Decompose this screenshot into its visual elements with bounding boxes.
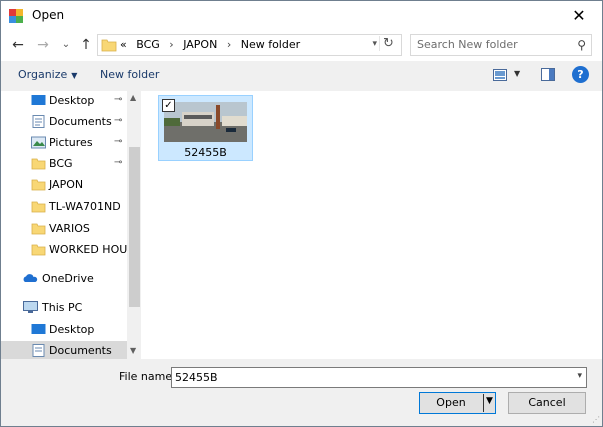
address-bar[interactable]: « BCG › JAPON › New folder ▾ ↻ bbox=[97, 34, 402, 56]
onedrive-icon bbox=[23, 274, 38, 282]
sidebar-item-documents-pc[interactable]: Documents bbox=[1, 341, 127, 359]
documents-icon bbox=[32, 115, 45, 128]
sidebar-item-worked-hours[interactable]: WORKED HOURS bbox=[1, 240, 127, 260]
navigation-pane: Desktop ⊸ Documents ⊸ Pictures ⊸ BCG ⊸ J… bbox=[1, 91, 141, 359]
sidebar-item-label: OneDrive bbox=[42, 272, 94, 285]
folder-icon bbox=[31, 179, 46, 191]
breadcrumb: « BCG › JAPON › New folder bbox=[120, 38, 306, 51]
sidebar-item-label: Documents bbox=[49, 344, 112, 357]
sidebar-item-documents[interactable]: Documents ⊸ bbox=[1, 112, 127, 132]
search-icon[interactable]: ⚲ bbox=[577, 38, 586, 52]
sidebar-item-label: Documents bbox=[49, 115, 112, 128]
sidebar-item-varios[interactable]: VARIOS bbox=[1, 219, 127, 239]
new-folder-button[interactable]: New folder bbox=[100, 68, 159, 81]
title-bar: Open ✕ bbox=[1, 1, 602, 31]
sidebar-item-label: WORKED HOURS bbox=[49, 243, 127, 256]
recent-locations-icon[interactable]: ⌄ bbox=[57, 36, 75, 54]
sidebar-item-onedrive[interactable]: OneDrive bbox=[1, 269, 127, 289]
up-arrow-icon[interactable]: ↑ bbox=[77, 36, 95, 54]
organize-button[interactable]: Organize ▼ bbox=[18, 68, 77, 81]
breadcrumb-bcg[interactable]: BCG bbox=[136, 38, 160, 51]
search-input[interactable] bbox=[417, 38, 567, 51]
window-title: Open bbox=[32, 8, 65, 22]
file-name: 52455B bbox=[184, 146, 227, 159]
pin-icon: ⊸ bbox=[114, 136, 123, 147]
cancel-button[interactable]: Cancel bbox=[508, 392, 586, 414]
sidebar-item-label: JAPON bbox=[49, 178, 84, 191]
pin-icon: ⊸ bbox=[114, 94, 123, 105]
folder-icon bbox=[31, 223, 46, 235]
view-dropdown-icon[interactable]: ▼ bbox=[514, 69, 520, 78]
navigation-scrollbar[interactable]: ▲ ▼ bbox=[127, 91, 141, 359]
folder-icon bbox=[101, 39, 117, 52]
command-bar: Organize ▼ New folder ▼ ? bbox=[1, 61, 602, 91]
scroll-up-icon[interactable]: ▲ bbox=[130, 93, 136, 102]
change-view-icon[interactable] bbox=[493, 69, 507, 81]
sidebar-item-this-pc[interactable]: This PC bbox=[1, 298, 127, 318]
sidebar-item-label: VARIOS bbox=[49, 222, 90, 235]
sidebar-item-label: BCG bbox=[49, 157, 73, 170]
back-arrow-icon[interactable]: ← bbox=[9, 36, 27, 54]
this-pc-icon bbox=[23, 301, 38, 313]
desktop-icon bbox=[31, 324, 46, 334]
breadcrumb-separator[interactable]: › bbox=[227, 38, 231, 51]
breadcrumb-japon[interactable]: JAPON bbox=[183, 38, 217, 51]
pin-icon: ⊸ bbox=[114, 115, 123, 126]
sidebar-item-japon[interactable]: JAPON bbox=[1, 175, 127, 195]
desktop-icon bbox=[31, 95, 46, 105]
dialog-footer: File name: ▾ Open ▼ Cancel ⋰ bbox=[1, 359, 602, 426]
open-dropdown-icon[interactable]: ▼ bbox=[486, 396, 493, 406]
folder-icon bbox=[31, 244, 46, 256]
file-name-field[interactable] bbox=[175, 371, 565, 384]
sidebar-item-desktop[interactable]: Desktop ⊸ bbox=[1, 91, 127, 111]
preview-pane-icon[interactable] bbox=[541, 68, 555, 81]
breadcrumb-overflow[interactable]: « bbox=[120, 38, 127, 51]
documents-icon bbox=[32, 344, 45, 357]
chevron-down-icon[interactable]: ▾ bbox=[577, 371, 582, 381]
sidebar-item-label: Desktop bbox=[49, 323, 95, 336]
close-button[interactable]: ✕ bbox=[556, 1, 602, 31]
select-checkbox[interactable]: ✓ bbox=[162, 99, 175, 112]
sidebar-item-bcg[interactable]: BCG ⊸ bbox=[1, 154, 127, 174]
file-list: ✓ 52455B bbox=[141, 91, 602, 359]
organize-label: Organize bbox=[18, 68, 68, 81]
sidebar-item-label: Desktop bbox=[49, 94, 95, 107]
help-button[interactable]: ? bbox=[572, 66, 589, 83]
forward-arrow-icon[interactable]: → bbox=[34, 36, 52, 54]
sidebar-item-label: TL-WA701ND bbox=[49, 200, 121, 213]
folder-icon bbox=[31, 201, 46, 213]
folder-icon bbox=[31, 158, 46, 170]
sidebar-item-pictures[interactable]: Pictures ⊸ bbox=[1, 133, 127, 153]
photo-thumbnail bbox=[164, 102, 247, 142]
split-divider bbox=[483, 394, 484, 412]
sidebar-item-label: Pictures bbox=[49, 136, 93, 149]
address-dropdown-icon[interactable]: ▾ bbox=[372, 39, 377, 49]
breadcrumb-separator[interactable]: › bbox=[169, 38, 173, 51]
scrollbar-thumb[interactable] bbox=[129, 147, 140, 307]
file-item[interactable]: ✓ 52455B bbox=[158, 95, 253, 161]
resize-grip-icon[interactable]: ⋰ bbox=[592, 415, 600, 424]
sidebar-item-tl-wa701nd[interactable]: TL-WA701ND bbox=[1, 197, 127, 217]
file-name-label: File name: bbox=[119, 370, 176, 383]
refresh-icon[interactable]: ↻ bbox=[379, 36, 397, 51]
pictures-icon bbox=[31, 136, 46, 149]
pin-icon: ⊸ bbox=[114, 157, 123, 168]
scroll-down-icon[interactable]: ▼ bbox=[130, 346, 136, 355]
breadcrumb-new-folder[interactable]: New folder bbox=[241, 38, 300, 51]
chevron-down-icon: ▼ bbox=[71, 71, 78, 80]
file-name-combobox[interactable]: ▾ bbox=[171, 367, 587, 388]
open-file-dialog: Open ✕ ← → ⌄ ↑ « BCG › JAPON › New folde… bbox=[0, 0, 603, 427]
app-icon bbox=[9, 9, 23, 23]
search-box[interactable]: ⚲ bbox=[410, 34, 592, 56]
sidebar-item-desktop-pc[interactable]: Desktop bbox=[1, 320, 127, 340]
sidebar-item-label: This PC bbox=[42, 301, 83, 314]
navigation-bar: ← → ⌄ ↑ « BCG › JAPON › New folder ▾ ↻ ⚲ bbox=[1, 31, 602, 61]
open-button-label: Open bbox=[436, 396, 466, 409]
open-button[interactable]: Open ▼ bbox=[419, 392, 496, 414]
